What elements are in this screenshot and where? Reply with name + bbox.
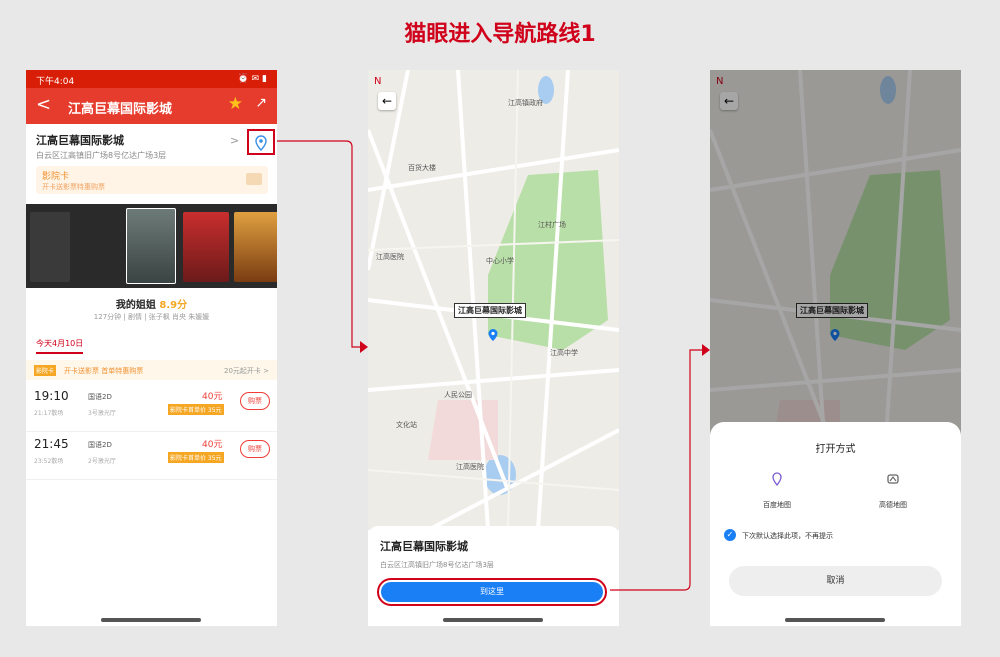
flow-arrows [277, 140, 710, 591]
arrow-line [610, 349, 704, 591]
arrow-line [277, 140, 362, 348]
arrow-head-icon [702, 344, 710, 356]
arrow-head-icon [360, 341, 368, 353]
